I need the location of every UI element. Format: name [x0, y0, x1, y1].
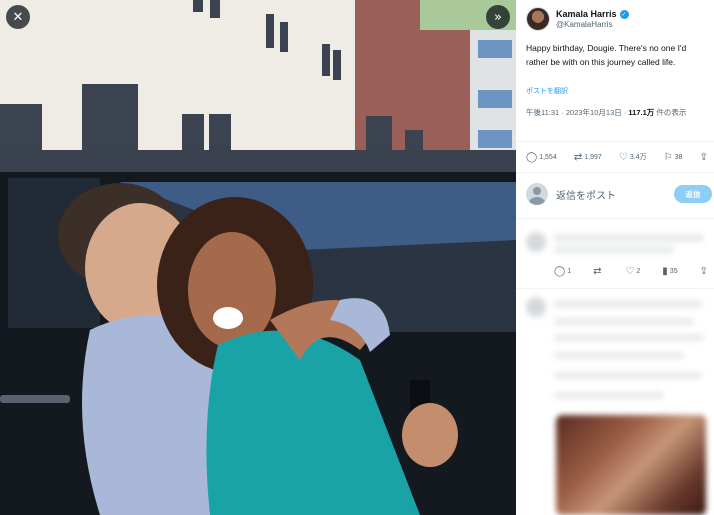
- reply-count: 1,554: [539, 153, 557, 161]
- share-icon: ⇪: [699, 151, 708, 163]
- repost-icon: ⇄: [573, 151, 583, 163]
- reply-like-count: 2: [636, 267, 641, 275]
- reply-views-action[interactable]: ▮ 35: [662, 266, 677, 277]
- reply-share-action[interactable]: ⇪: [700, 266, 710, 277]
- reply-icon: ◯: [554, 265, 566, 277]
- author-handle[interactable]: @KamalaHarris: [556, 20, 629, 29]
- views-icon: ▮: [662, 265, 668, 277]
- reply-views-count: 35: [669, 267, 678, 275]
- reply-avatar-blurred[interactable]: [526, 297, 546, 317]
- divider: [516, 288, 714, 289]
- post-detail-panel: Kamala Harris ✓ @KamalaHarris Happy birt…: [516, 0, 714, 515]
- reply-input[interactable]: 返信をポスト: [556, 187, 674, 202]
- views-suffix: 件の表示: [654, 108, 687, 117]
- reply-text-blurred: [554, 300, 702, 308]
- reply-text-blurred: [554, 392, 664, 399]
- author-display-name[interactable]: Kamala Harris ✓: [556, 9, 629, 19]
- reply-like-action[interactable]: ♡ 2: [625, 266, 640, 277]
- expand-icon: »: [494, 9, 502, 25]
- bookmark-action[interactable]: ⚐ 38: [664, 152, 683, 163]
- divider: [516, 172, 714, 173]
- reply-repost-action[interactable]: ⇄: [593, 266, 603, 277]
- author-names: Kamala Harris ✓ @KamalaHarris: [556, 9, 629, 29]
- bookmark-icon: ⚐: [663, 151, 673, 163]
- post-author[interactable]: Kamala Harris ✓ @KamalaHarris: [526, 5, 629, 33]
- repost-icon: ⇄: [593, 265, 602, 277]
- verified-badge-icon: ✓: [619, 9, 629, 19]
- reply-text-blurred: [554, 352, 684, 359]
- divider: [516, 141, 714, 142]
- expand-button[interactable]: »: [486, 5, 510, 29]
- views-count: 117.1万: [628, 108, 655, 117]
- post-meta: 午後11:31 · 2023年10月13日 · 117.1万 件の表示: [526, 106, 710, 120]
- reply-action[interactable]: ◯ 1,554: [526, 152, 557, 163]
- translate-post-link[interactable]: ポストを翻訳: [526, 86, 568, 96]
- divider: [516, 218, 714, 219]
- author-display-name-text[interactable]: Kamala Harris: [556, 9, 617, 19]
- post-text: Happy birthday, Dougie. There's no one I…: [526, 43, 687, 67]
- post-timestamp[interactable]: 午後11:31 · 2023年10月13日 ·: [526, 108, 628, 117]
- reply-reply-action[interactable]: ◯ 1: [554, 266, 571, 277]
- bookmark-count: 38: [674, 153, 683, 161]
- photo-illustration: [0, 0, 516, 515]
- reply-text-blurred: [554, 246, 674, 253]
- reply-actions: ◯ 1 ⇄ ♡ 2 ▮ 35 ⇪: [554, 264, 710, 278]
- heart-icon: ♡: [618, 151, 628, 163]
- media-photo[interactable]: ✕ »: [0, 0, 516, 515]
- reply-button[interactable]: 返信: [674, 185, 712, 203]
- post-actions: ◯ 1,554 ⇄ 1,997 ♡ 3.4万 ⚐ 38 ⇪: [526, 148, 710, 166]
- repost-count: 1,997: [584, 153, 602, 161]
- reply-reply-count: 1: [567, 267, 572, 275]
- reply-image-blurred[interactable]: [556, 415, 706, 515]
- my-avatar: [526, 183, 548, 205]
- reply-text-blurred: [554, 372, 702, 379]
- close-icon: ✕: [12, 9, 24, 25]
- reply-avatar-blurred[interactable]: [526, 232, 546, 252]
- reply-text-blurred: [554, 334, 704, 341]
- repost-action[interactable]: ⇄ 1,997: [574, 152, 602, 163]
- like-count: 3.4万: [629, 154, 647, 161]
- reply-text-blurred: [554, 318, 694, 325]
- reply-text-blurred: [554, 234, 704, 242]
- avatar[interactable]: [526, 7, 550, 31]
- reply-composer: 返信をポスト 返信: [526, 181, 712, 207]
- close-button[interactable]: ✕: [6, 5, 30, 29]
- heart-icon: ♡: [625, 265, 635, 277]
- share-icon: ⇪: [699, 265, 708, 277]
- reply-icon: ◯: [526, 151, 538, 163]
- like-action[interactable]: ♡ 3.4万: [619, 152, 647, 163]
- share-action[interactable]: ⇪: [700, 152, 710, 163]
